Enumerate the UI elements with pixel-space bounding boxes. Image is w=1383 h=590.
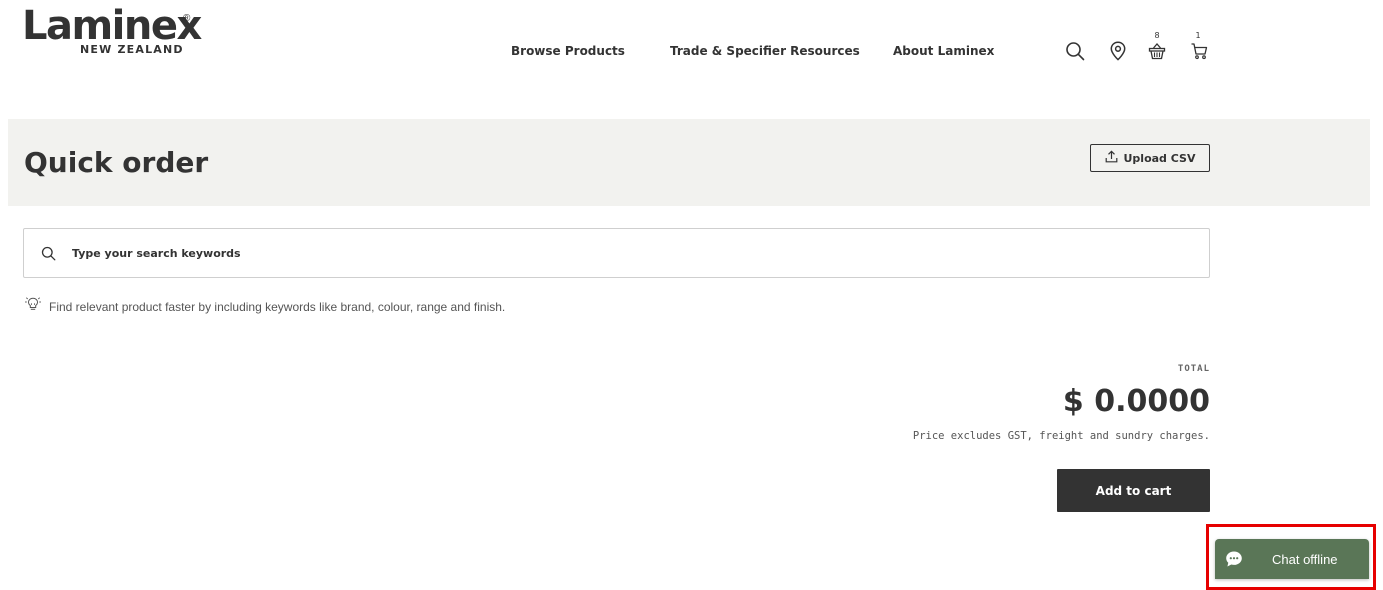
basket-button[interactable]: 8: [1148, 32, 1166, 62]
search-hint-text: Find relevant product faster by includin…: [49, 299, 506, 314]
basket-icon: [1148, 42, 1166, 60]
search-icon[interactable]: [1065, 41, 1085, 61]
total-label: TOTAL: [1177, 364, 1210, 374]
page-title: Quick order: [24, 146, 209, 179]
cart-icon: [1190, 42, 1208, 60]
upload-icon: [1105, 150, 1118, 166]
cart-button[interactable]: 1: [1190, 32, 1208, 62]
location-pin-icon[interactable]: [1110, 41, 1126, 61]
search-box: [23, 228, 1210, 278]
chat-offline-label: Chat offline: [1272, 552, 1338, 567]
upload-csv-label: Upload CSV: [1123, 151, 1196, 165]
logo-region: NEW ZEALAND: [80, 43, 184, 56]
chat-offline-button[interactable]: Chat offline: [1215, 539, 1369, 579]
lightbulb-icon: [24, 296, 42, 317]
cart-count-badge: 1: [1195, 31, 1201, 40]
chat-bubble-icon: [1225, 550, 1243, 573]
search-field-icon: [41, 246, 56, 266]
nav-browse-products[interactable]: Browse Products: [511, 44, 625, 58]
brand-logo[interactable]: Laminex ® NEW ZEALAND: [22, 3, 202, 58]
upload-csv-button[interactable]: Upload CSV: [1090, 144, 1210, 172]
logo-registered-mark: ®: [183, 13, 191, 24]
nav-about-laminex[interactable]: About Laminex: [893, 44, 994, 58]
search-input[interactable]: [72, 229, 1192, 277]
price-note: Price excludes GST, freight and sundry c…: [912, 430, 1210, 442]
total-value: $ 0.0000: [1062, 384, 1210, 419]
logo-wordmark: Laminex: [22, 3, 202, 49]
basket-count-badge: 8: [1154, 31, 1160, 40]
page-header-banner: Quick order Upload CSV: [8, 119, 1370, 206]
search-hint: Find relevant product faster by includin…: [24, 296, 505, 317]
nav-trade-specifier-resources[interactable]: Trade & Specifier Resources: [670, 44, 860, 58]
add-to-cart-button[interactable]: Add to cart: [1057, 469, 1210, 512]
